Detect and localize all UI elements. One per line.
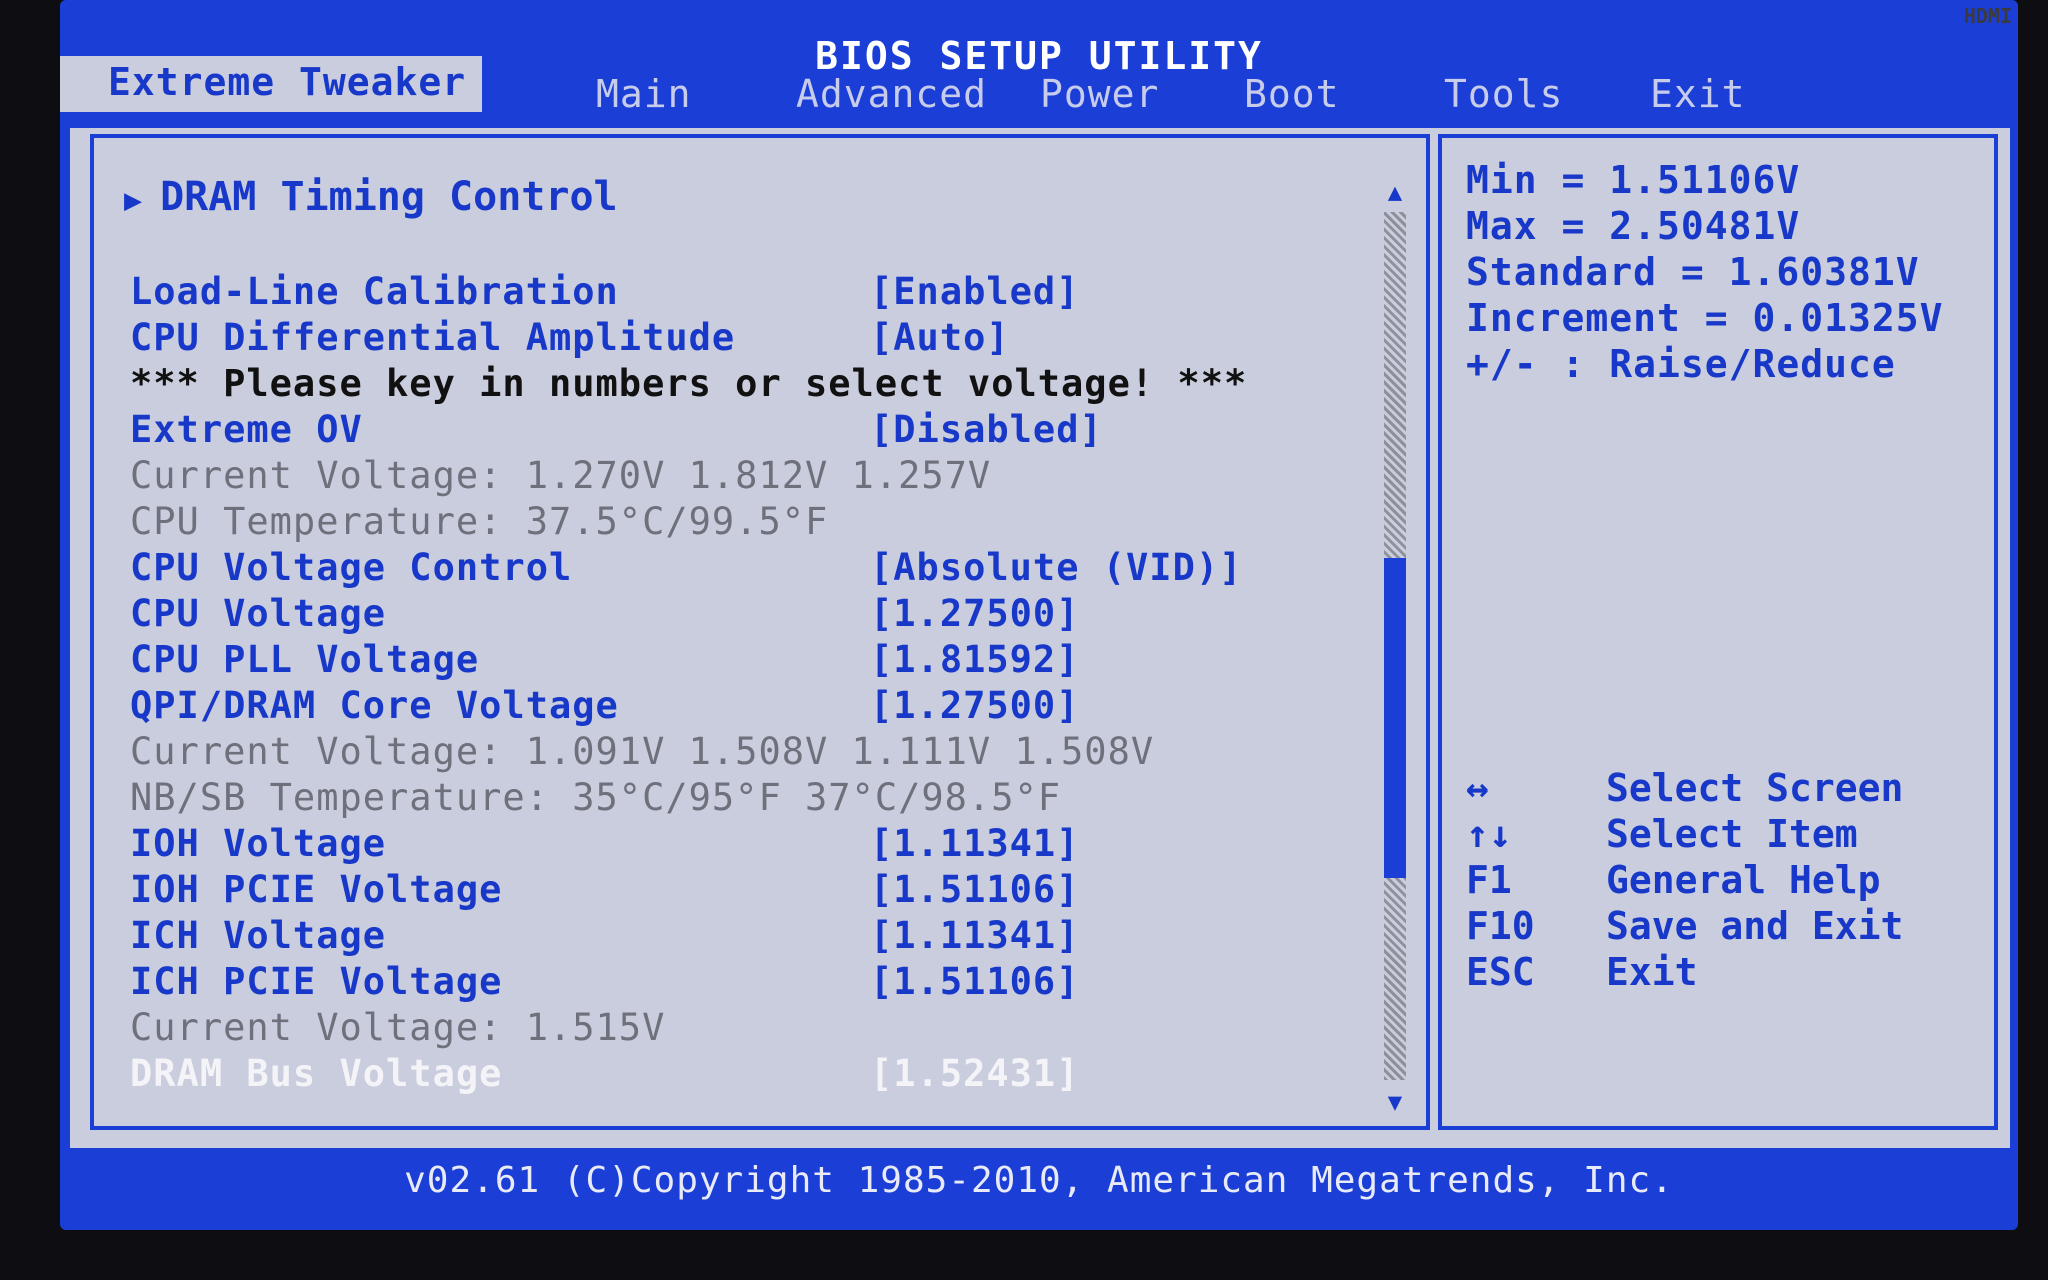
setting-ioh-pcie-voltage[interactable]: IOH PCIE Voltage bbox=[130, 868, 502, 911]
setting-ich-voltage[interactable]: ICH Voltage bbox=[130, 914, 386, 957]
ich-current-voltage: Current Voltage: 1.515V bbox=[130, 1006, 666, 1049]
tab-extreme-tweaker[interactable]: Extreme Tweaker bbox=[60, 56, 483, 112]
setting-dram-bus-voltage[interactable]: DRAM Bus Voltage bbox=[130, 1052, 502, 1095]
tab-power[interactable]: Power bbox=[1040, 72, 1159, 116]
up-down-arrow-icon: ↑↓ bbox=[1466, 812, 1512, 856]
setting-ich-pcie-voltage[interactable]: ICH PCIE Voltage bbox=[130, 960, 502, 1003]
tab-tools[interactable]: Tools bbox=[1444, 72, 1563, 116]
key-action: General Help bbox=[1606, 858, 1881, 902]
menu-bar: Extreme Tweaker Main Advanced Power Boot… bbox=[60, 56, 2018, 126]
key-hint-select-item: ↑↓ Select Item bbox=[1466, 812, 1858, 856]
value-cpu-pll-voltage[interactable]: [1.81592] bbox=[870, 638, 1079, 681]
key-label: F1 bbox=[1466, 858, 1512, 902]
key-hint-select-screen: ↔ Select Screen bbox=[1466, 766, 1903, 810]
cpu-temperature: CPU Temperature: 37.5°C/99.5°F bbox=[130, 500, 829, 543]
setting-load-line-calibration[interactable]: Load-Line Calibration bbox=[130, 270, 619, 313]
key-hint-general-help: F1 General Help bbox=[1466, 858, 1881, 902]
tab-advanced[interactable]: Advanced bbox=[796, 72, 987, 116]
help-min: Min = 1.51106V bbox=[1466, 158, 1801, 202]
value-ioh-voltage[interactable]: [1.11341] bbox=[870, 822, 1079, 865]
key-action: Exit bbox=[1606, 950, 1698, 994]
triangle-right-icon: ▶ bbox=[124, 183, 143, 218]
value-dram-bus-voltage[interactable]: [1.52431] bbox=[870, 1052, 1079, 1095]
help-pane: Min = 1.51106V Max = 2.50481V Standard =… bbox=[1438, 134, 1998, 1130]
setting-qpi-dram-core-voltage[interactable]: QPI/DRAM Core Voltage bbox=[130, 684, 619, 727]
bios-screen: HDMI BIOS SETUP UTILITY Extreme Tweaker … bbox=[60, 0, 2018, 1230]
monitor-badge: HDMI bbox=[1963, 4, 2012, 28]
value-ich-pcie-voltage[interactable]: [1.51106] bbox=[870, 960, 1079, 1003]
value-ioh-pcie-voltage[interactable]: [1.51106] bbox=[870, 868, 1079, 911]
qpi-current-voltage: Current Voltage: 1.091V 1.508V 1.111V 1.… bbox=[130, 730, 1155, 773]
copyright-footer: v02.61 (C)Copyright 1985-2010, American … bbox=[404, 1160, 1674, 1201]
scrollbar-thumb[interactable] bbox=[1384, 558, 1406, 878]
key-action: Save and Exit bbox=[1606, 904, 1904, 948]
value-extreme-ov[interactable]: [Disabled] bbox=[870, 408, 1103, 451]
content-panel: ▶ DRAM Timing Control Load-Line Calibrati… bbox=[70, 128, 2010, 1148]
setting-cpu-voltage-control[interactable]: CPU Voltage Control bbox=[130, 546, 572, 589]
value-ich-voltage[interactable]: [1.11341] bbox=[870, 914, 1079, 957]
scroll-up-arrow-icon[interactable]: ▲ bbox=[1380, 178, 1410, 206]
key-action: Select Screen bbox=[1606, 766, 1904, 810]
setting-cpu-voltage[interactable]: CPU Voltage bbox=[130, 592, 386, 635]
scroll-down-arrow-icon[interactable]: ▼ bbox=[1380, 1088, 1410, 1116]
key-label: F10 bbox=[1466, 904, 1535, 948]
setting-cpu-differential-amplitude[interactable]: CPU Differential Amplitude bbox=[130, 316, 735, 359]
key-label: ESC bbox=[1466, 950, 1535, 994]
key-hint-save-and-exit: F10 Save and Exit bbox=[1466, 904, 1903, 948]
help-increment: Increment = 0.01325V bbox=[1466, 296, 1944, 340]
help-max: Max = 2.50481V bbox=[1466, 204, 1801, 248]
tab-exit[interactable]: Exit bbox=[1650, 72, 1746, 116]
nb-sb-temperature: NB/SB Temperature: 35°C/95°F 37°C/98.5°F bbox=[130, 776, 1062, 819]
setting-ioh-voltage[interactable]: IOH Voltage bbox=[130, 822, 386, 865]
tab-main[interactable]: Main bbox=[596, 72, 692, 116]
cpu-current-voltage: Current Voltage: 1.270V 1.812V 1.257V bbox=[130, 454, 992, 497]
setting-extreme-ov[interactable]: Extreme OV bbox=[130, 408, 363, 451]
help-standard: Standard = 1.60381V bbox=[1466, 250, 1920, 294]
setting-cpu-pll-voltage[interactable]: CPU PLL Voltage bbox=[130, 638, 479, 681]
left-right-arrow-icon: ↔ bbox=[1466, 766, 1489, 810]
settings-pane: ▶ DRAM Timing Control Load-Line Calibrati… bbox=[90, 134, 1430, 1130]
tab-boot[interactable]: Boot bbox=[1244, 72, 1340, 116]
help-raise-reduce: +/- : Raise/Reduce bbox=[1466, 342, 1896, 386]
value-load-line-calibration[interactable]: [Enabled] bbox=[870, 270, 1079, 313]
key-action: Select Item bbox=[1606, 812, 1858, 856]
submenu-label: DRAM Timing Control bbox=[160, 174, 618, 220]
key-hint-exit: ESC Exit bbox=[1466, 950, 1698, 994]
voltage-notice: *** Please key in numbers or select volt… bbox=[130, 362, 1248, 405]
value-cpu-differential-amplitude[interactable]: [Auto] bbox=[870, 316, 1010, 359]
value-cpu-voltage[interactable]: [1.27500] bbox=[870, 592, 1079, 635]
submenu-dram-timing-control[interactable]: ▶ DRAM Timing Control bbox=[124, 174, 618, 220]
value-cpu-voltage-control[interactable]: [Absolute (VID)] bbox=[870, 546, 1242, 589]
value-qpi-dram-core-voltage[interactable]: [1.27500] bbox=[870, 684, 1079, 727]
